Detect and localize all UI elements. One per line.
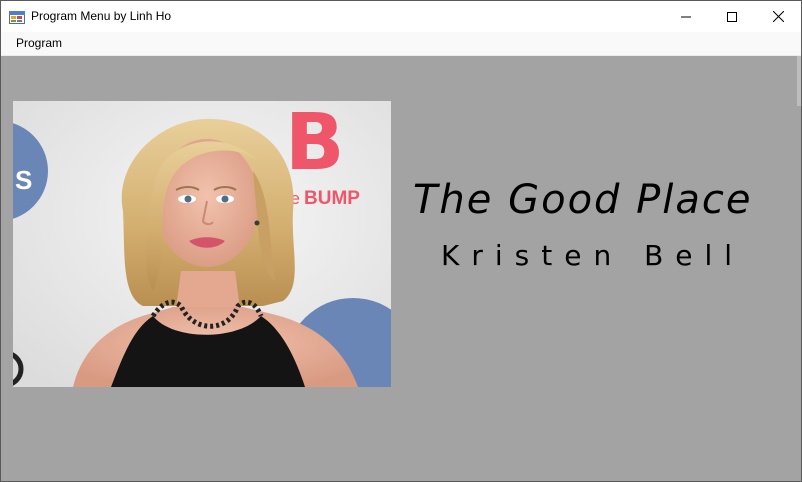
- menu-bar: Program: [1, 32, 801, 56]
- app-window: Program Menu by Linh Ho Program B BUMP S…: [0, 0, 802, 482]
- minimize-icon: [681, 16, 691, 17]
- menu-item-program[interactable]: Program: [8, 35, 70, 51]
- app-form-icon[interactable]: [9, 9, 25, 25]
- portrait-photo: B he BUMP S: [13, 101, 391, 387]
- left-circle-letter: S: [15, 165, 32, 195]
- minimize-button[interactable]: [663, 1, 709, 32]
- logo-word: BUMP: [304, 188, 360, 209]
- maximize-icon: [727, 11, 737, 22]
- portrait-photo-image: B he BUMP S: [13, 101, 391, 387]
- scrollbar-edge[interactable]: [797, 56, 801, 106]
- title-bar[interactable]: Program Menu by Linh Ho: [1, 1, 801, 32]
- show-title: The Good Place: [413, 177, 753, 223]
- logo-letter: B: [285, 101, 344, 188]
- close-button[interactable]: [755, 1, 801, 32]
- actor-name: Kristen Bell: [441, 239, 745, 272]
- window-title: Program Menu by Linh Ho: [31, 9, 172, 23]
- close-icon: [772, 11, 784, 22]
- maximize-button[interactable]: [709, 1, 755, 32]
